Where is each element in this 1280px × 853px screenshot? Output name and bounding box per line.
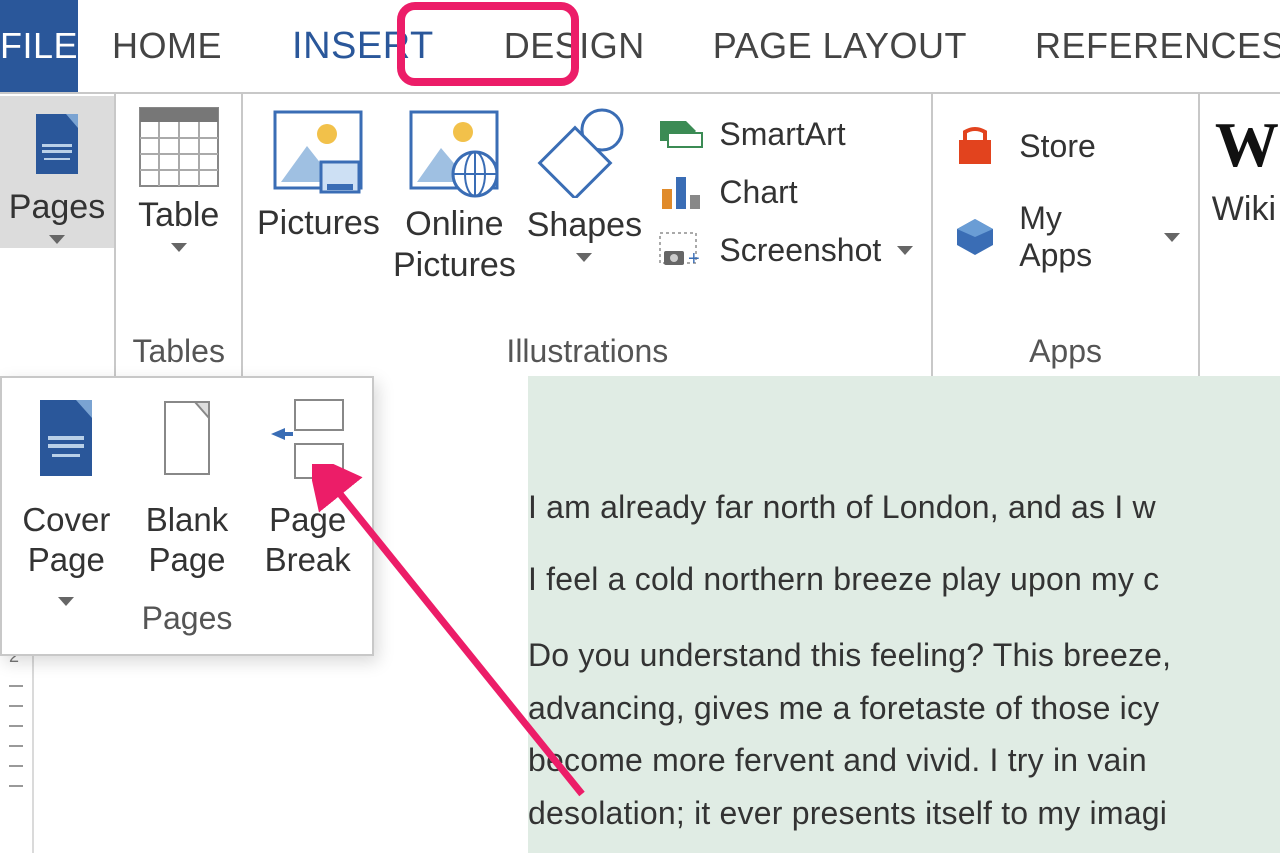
- table-button[interactable]: Table: [116, 96, 241, 256]
- wikipedia-label: Wiki: [1212, 188, 1276, 231]
- my-apps-label: My Apps: [1019, 200, 1142, 274]
- shapes-button[interactable]: Shapes: [521, 96, 647, 266]
- table-icon: [138, 106, 220, 188]
- pages-dropdown-panel: CoverPage BlankPage PageBreak P: [0, 376, 374, 656]
- chevron-down-icon: [49, 235, 65, 244]
- group-illustrations: Pictures OnlinePictures: [243, 94, 933, 376]
- store-icon: [947, 120, 1003, 172]
- group-tables: Table Tables: [116, 94, 243, 376]
- cover-page-button[interactable]: CoverPage: [6, 386, 127, 623]
- group-apps-label: Apps: [1029, 329, 1102, 376]
- online-pictures-button-label: OnlinePictures: [393, 204, 516, 286]
- page-break-label: PageBreak: [265, 500, 351, 579]
- smartart-label: SmartArt: [719, 116, 845, 153]
- my-apps-button[interactable]: My Apps: [945, 198, 1198, 276]
- group-pages: Pages: [0, 94, 116, 376]
- tab-insert[interactable]: INSERT: [256, 0, 470, 92]
- tab-references[interactable]: REFERENCES: [1001, 0, 1280, 92]
- paragraph-1: I am already far north of London, and as…: [528, 484, 1280, 530]
- pages-button[interactable]: Pages: [0, 96, 114, 248]
- table-button-label: Table: [138, 194, 219, 237]
- pages-button-label: Pages: [9, 186, 105, 229]
- pictures-button-label: Pictures: [257, 202, 380, 245]
- group-illustrations-label: Illustrations: [506, 329, 668, 376]
- cover-page-icon: [34, 390, 98, 490]
- store-button[interactable]: Store: [945, 118, 1109, 174]
- chevron-down-icon: [576, 253, 592, 262]
- chart-button[interactable]: Chart: [651, 164, 931, 220]
- ribbon-insert: Pages: [0, 94, 1280, 376]
- page-break-button[interactable]: PageBreak: [247, 386, 368, 583]
- group-media-partial: W Wiki: [1200, 94, 1280, 376]
- wikipedia-button[interactable]: W Wiki: [1208, 104, 1280, 235]
- tab-design[interactable]: DESIGN: [470, 0, 679, 92]
- screenshot-label: Screenshot: [719, 232, 881, 269]
- ribbon-tabs: FILE HOME INSERT DESIGN PAGE LAYOUT REFE…: [0, 0, 1280, 94]
- tab-page-layout[interactable]: PAGE LAYOUT: [679, 0, 1001, 92]
- svg-text:+: +: [688, 248, 700, 270]
- tab-home[interactable]: HOME: [78, 0, 256, 92]
- illustrations-mini-list: SmartArt Chart: [647, 96, 931, 278]
- tab-file[interactable]: FILE: [0, 0, 78, 92]
- smartart-button[interactable]: SmartArt: [651, 106, 931, 162]
- shapes-icon: [536, 106, 632, 198]
- shapes-button-label: Shapes: [527, 204, 642, 247]
- screenshot-button[interactable]: + Screenshot: [651, 222, 931, 278]
- group-apps: Store My Apps Apps: [933, 94, 1200, 376]
- blank-page-icon: [155, 390, 219, 490]
- chevron-down-icon: [897, 246, 913, 255]
- chevron-down-icon: [1164, 233, 1180, 242]
- pictures-icon: [271, 106, 365, 196]
- page-break-icon: [265, 390, 351, 490]
- screenshot-icon: +: [653, 224, 709, 276]
- group-tables-label: Tables: [132, 329, 225, 376]
- paragraph-3: Do you understand this feeling? This bre…: [528, 629, 1280, 853]
- online-pictures-button[interactable]: OnlinePictures: [387, 96, 521, 290]
- chevron-down-icon: [58, 597, 74, 606]
- document-page[interactable]: I am already far north of London, and as…: [528, 376, 1280, 853]
- wikipedia-icon: W: [1215, 108, 1273, 182]
- my-apps-icon: [947, 211, 1003, 263]
- blank-page-label: BlankPage: [146, 500, 229, 579]
- store-label: Store: [1019, 128, 1095, 165]
- blank-page-button[interactable]: BlankPage: [127, 386, 248, 583]
- smartart-icon: [653, 108, 709, 160]
- cover-page-label: CoverPage: [12, 500, 121, 619]
- online-pictures-icon: [407, 106, 501, 198]
- pictures-button[interactable]: Pictures: [249, 96, 387, 291]
- cover-page-icon: [30, 112, 84, 180]
- chart-label: Chart: [719, 174, 797, 211]
- paragraph-2: I feel a cold northern breeze play upon …: [528, 556, 1280, 602]
- chart-icon: [653, 166, 709, 218]
- chevron-down-icon: [171, 243, 187, 252]
